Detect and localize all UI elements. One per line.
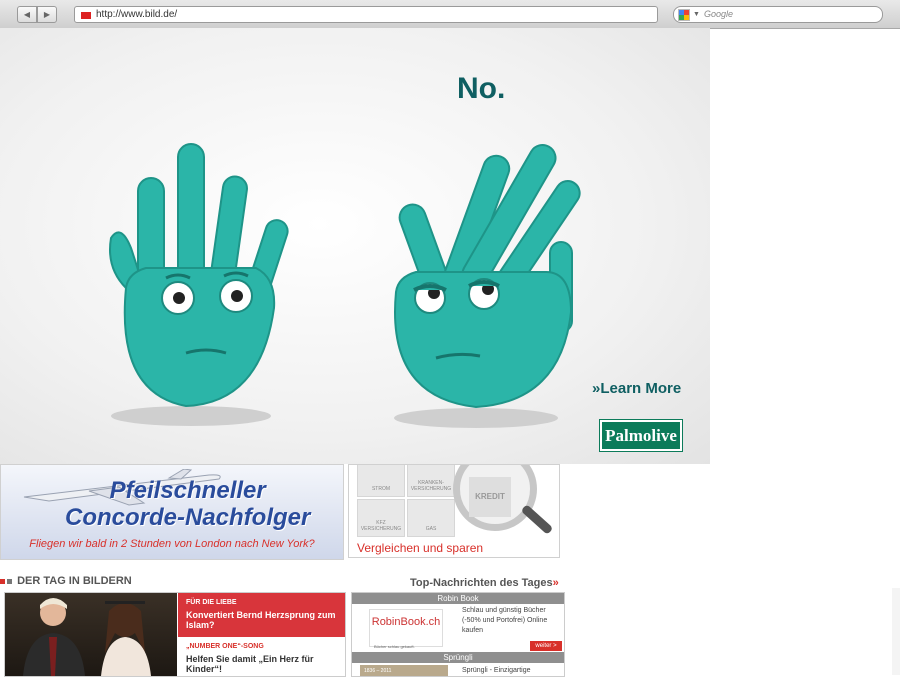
forward-button[interactable]: ▶: [37, 6, 57, 23]
tile-label: KRANKEN-VERSICHERUNG: [410, 480, 452, 492]
ad-headline: No.: [457, 72, 506, 105]
spruengli-header[interactable]: Sprüngli: [352, 652, 564, 663]
tile-label: GAS: [425, 526, 437, 532]
section-marker-icon: [0, 578, 5, 584]
robin-book-header[interactable]: Robin Book: [352, 593, 564, 604]
back-arrow-icon: ◀: [23, 10, 31, 19]
learn-more-link[interactable]: »Learn More: [592, 380, 681, 397]
magnifier-handle: [520, 504, 554, 535]
tile-strom[interactable]: STROM: [357, 465, 405, 497]
compare-link[interactable]: Vergleichen und sparen: [357, 541, 483, 555]
section-title: DER TAG IN BILDERN: [0, 575, 132, 587]
story-kicker: „NUMBER ONE“-SONG: [186, 643, 264, 650]
featured-story[interactable]: FÜR DIE LIEBE Konvertiert Bernd Herzspru…: [178, 593, 345, 637]
people-photo: [23, 598, 151, 676]
palmolive-ad[interactable]: No. »Learn More Palmolive: [0, 28, 710, 464]
spruengli-text: Sprüngli - Einzigartige: [462, 667, 531, 674]
right-edge-panel: [892, 588, 900, 675]
spruengli-image[interactable]: 1836 – 2011: [360, 665, 448, 676]
gallery-news: FÜR DIE LIEBE Konvertiert Bernd Herzspru…: [178, 593, 345, 676]
left-hand-illustration: [109, 143, 289, 426]
arrow-icon: »: [552, 577, 559, 589]
url-text: http://www.bild.de/: [96, 9, 178, 20]
address-bar[interactable]: http://www.bild.de/: [74, 6, 658, 23]
story-kicker: FÜR DIE LIEBE: [186, 599, 237, 606]
robinbook-logo[interactable]: RobinBook.ch Bücher schlau gekauft.: [369, 609, 443, 649]
google-icon: [678, 9, 690, 21]
tile-kfz-versicherung[interactable]: KFZ VERSICHERUNG: [357, 499, 405, 537]
top-news-link[interactable]: Top-Nachrichten des Tages»: [410, 577, 559, 589]
forward-arrow-icon: ▶: [43, 10, 51, 19]
section-marker-icon: [7, 578, 12, 584]
back-button[interactable]: ◀: [17, 6, 37, 23]
story-headline[interactable]: Helfen Sie damit „Ein Herz für Kinder“!: [186, 654, 336, 674]
gallery-photo[interactable]: [5, 593, 177, 676]
story-headline[interactable]: Konvertiert Bernd Herzsprung zum Islam?: [186, 610, 336, 630]
favicon-icon: [80, 11, 92, 20]
top-news-sidebar: Robin Book RobinBook.ch Bücher schlau gek…: [351, 592, 565, 677]
promo-title-line1: Pfeilschneller: [109, 477, 266, 504]
robinbook-text: Schlau und günstig Bücher (-50% und Port…: [462, 607, 548, 634]
chevron-down-icon[interactable]: ▼: [693, 7, 700, 22]
right-hand-illustration: [394, 143, 581, 428]
price-comparison-widget[interactable]: STROM KRANKEN-VERSICHERUNG KFZ VERSICHER…: [348, 464, 560, 558]
tile-label: KFZ VERSICHERUNG: [360, 520, 402, 532]
tile-gas[interactable]: GAS: [407, 499, 455, 537]
top-news-text: Top-Nachrichten des Tages: [410, 577, 553, 589]
section-title-text: DER TAG IN BILDERN: [17, 575, 132, 587]
search-placeholder: Google: [704, 9, 734, 19]
tile-kredit[interactable]: KREDIT: [469, 477, 511, 517]
day-in-pictures-gallery[interactable]: FÜR DIE LIEBE Konvertiert Bernd Herzspru…: [4, 592, 346, 677]
weiter-button[interactable]: weiter >: [530, 641, 562, 651]
concorde-promo[interactable]: Pfeilschneller Concorde-Nachfolger Flieg…: [0, 464, 344, 560]
search-bar[interactable]: ▼ Google: [673, 6, 883, 23]
tile-krankenversicherung[interactable]: KRANKEN-VERSICHERUNG: [407, 465, 455, 497]
palmolive-logo[interactable]: Palmolive: [599, 419, 683, 452]
promo-subtitle: Fliegen wir bald in 2 Stunden von London…: [29, 538, 315, 550]
robinbook-logo-text: RobinBook.ch: [371, 616, 441, 628]
browser-toolbar: ◀ ▶ http://www.bild.de/ ▼ Google: [0, 0, 900, 29]
promo-title: Pfeilschneller Concorde-Nachfolger: [65, 477, 310, 531]
promo-title-line2: Concorde-Nachfolger: [65, 504, 311, 531]
tile-label: STROM: [371, 486, 391, 492]
